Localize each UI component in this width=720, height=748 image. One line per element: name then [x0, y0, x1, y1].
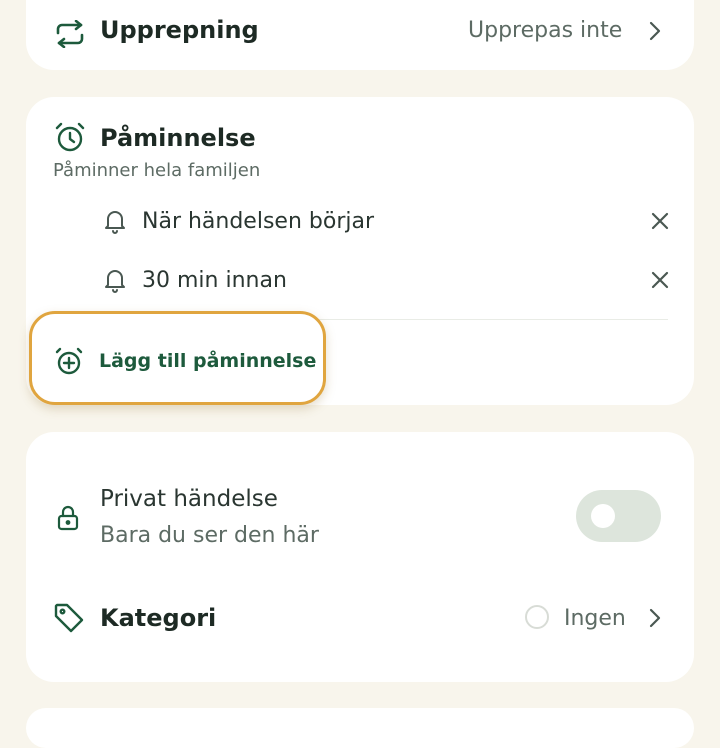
close-icon[interactable]: [650, 211, 670, 231]
private-event-sublabel: Bara du ser den här: [100, 523, 319, 548]
private-event-label: Privat händelse: [100, 486, 278, 512]
reminder-item: När händelsen börjar: [26, 197, 694, 247]
add-reminder-button[interactable]: Lägg till påminnelse: [29, 311, 326, 405]
settings-card: Privat händelse Bara du ser den här Kate…: [26, 432, 694, 682]
category-row[interactable]: Kategori Ingen: [26, 592, 694, 648]
private-toggle[interactable]: [576, 490, 661, 542]
toggle-knob: [591, 504, 615, 528]
chevron-right-icon: [649, 21, 661, 41]
tag-icon: [54, 603, 84, 633]
reminder-title: Påminnelse: [100, 124, 256, 152]
chevron-right-icon: [649, 608, 661, 628]
bell-icon: [105, 270, 125, 293]
category-label: Kategori: [100, 604, 217, 632]
reminder-subtitle: Påminner hela familjen: [53, 160, 261, 181]
repeat-card[interactable]: Upprepning Upprepas inte: [26, 0, 694, 70]
reminder-item-label: När händelsen börjar: [142, 209, 374, 234]
bell-icon: [105, 211, 125, 234]
repeat-label: Upprepning: [100, 16, 259, 44]
private-event-row[interactable]: Privat händelse Bara du ser den här: [26, 472, 694, 562]
reminder-item: 30 min innan: [26, 256, 694, 306]
close-icon[interactable]: [650, 270, 670, 290]
reminder-item-label: 30 min innan: [142, 268, 287, 293]
alarm-clock-icon: [55, 122, 85, 152]
alarm-plus-icon: [55, 347, 83, 375]
repeat-value: Upprepas inte: [468, 18, 623, 43]
add-reminder-label: Lägg till påminnelse: [99, 350, 317, 372]
repeat-icon: [56, 20, 84, 48]
lock-icon: [57, 505, 79, 531]
category-value: Ingen: [564, 606, 626, 631]
category-color-dot: [525, 605, 549, 629]
next-card: [26, 708, 694, 748]
